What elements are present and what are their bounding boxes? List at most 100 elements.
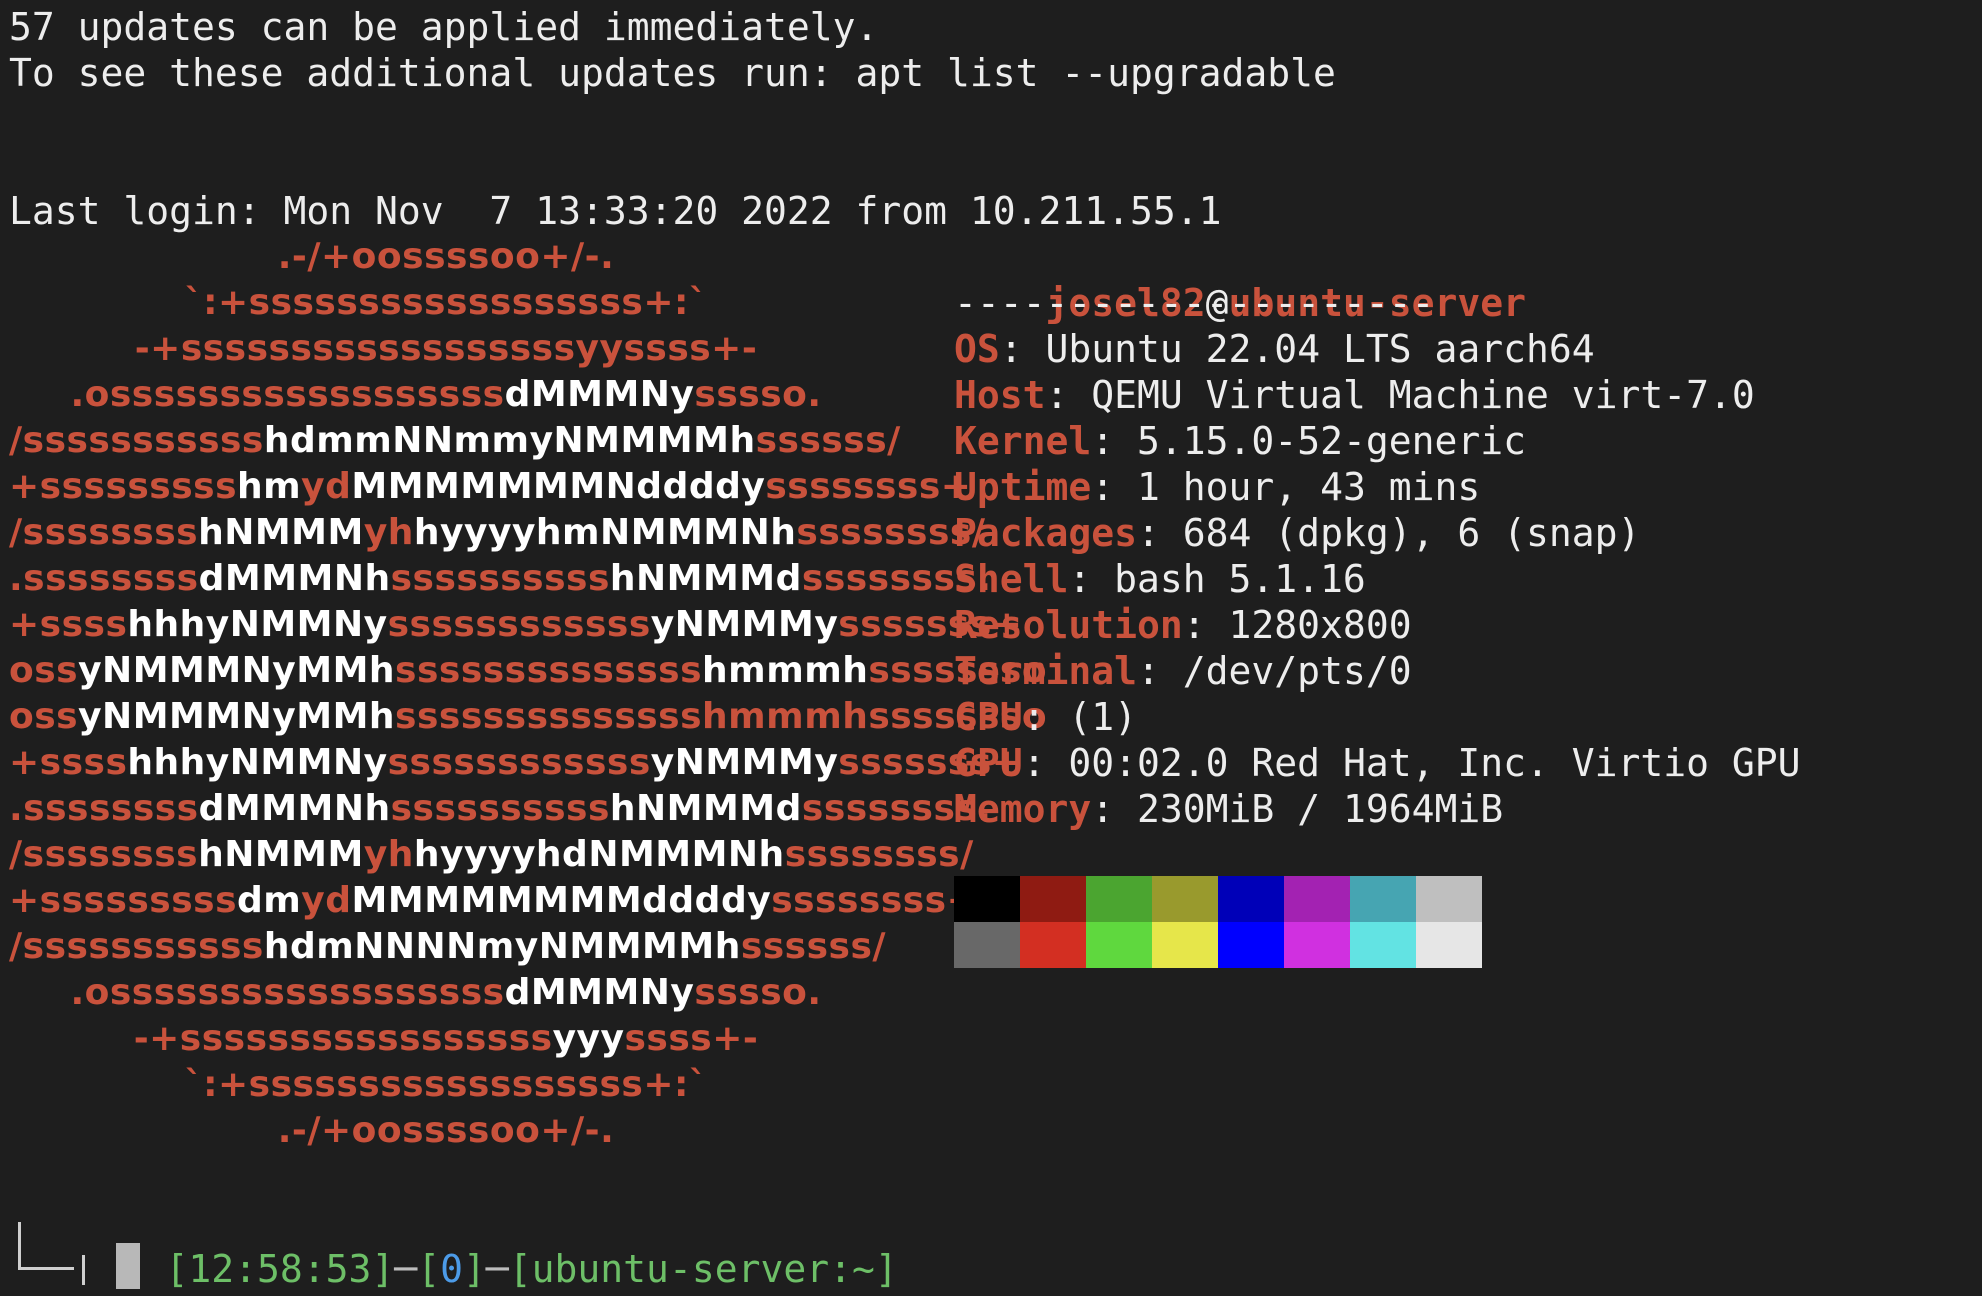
prompt-bracket: ] bbox=[463, 1247, 486, 1291]
logo-segment: hmmmh bbox=[702, 650, 869, 691]
color-swatch bbox=[954, 922, 1020, 968]
color-swatch bbox=[954, 876, 1020, 922]
logo-segment: yh bbox=[363, 834, 414, 875]
info-key: Memory bbox=[954, 787, 1092, 831]
logo-segment: sssso. bbox=[694, 972, 822, 1013]
logo-segment: /sssssssssss bbox=[9, 420, 264, 461]
logo-line: -+ssssssssssssssssssyyssss+- bbox=[135, 326, 758, 372]
logo-line: `:+ssssssssssssssssss+:` bbox=[185, 280, 708, 326]
logo-segment: yh bbox=[363, 512, 414, 553]
logo-segment: ssssssss/ bbox=[784, 834, 974, 875]
logo-segment: .ossssssssssssssssss bbox=[70, 374, 505, 415]
text-cursor[interactable] bbox=[116, 1243, 140, 1289]
info-key: Host bbox=[954, 373, 1046, 417]
prompt-bracket: ] bbox=[371, 1247, 395, 1291]
logo-segment: hNMMMd bbox=[609, 788, 802, 829]
color-swatch bbox=[1152, 876, 1218, 922]
logo-line: .-/+oossssoo+/-. bbox=[278, 1108, 615, 1154]
logo-segment: yNMMMy bbox=[650, 742, 839, 783]
info-key: GPU bbox=[954, 741, 1023, 785]
info-row-cpu: CPU: (1) bbox=[954, 694, 1137, 740]
color-swatch bbox=[1416, 922, 1482, 968]
prompt-exit-status: 0 bbox=[440, 1247, 463, 1291]
info-colon: : bbox=[1091, 465, 1138, 509]
logo-segment: /sssssssssss bbox=[9, 926, 264, 967]
logo-line: .-/+oossssoo+/-. bbox=[278, 234, 615, 280]
logo-segment: dMMMNh bbox=[198, 558, 391, 599]
logo-line: +sssshhhyNMMNyssssssssssssyNMMMysssssss+ bbox=[9, 602, 1022, 648]
info-colon: : bbox=[1137, 649, 1183, 693]
logo-segment: ssssssss+ bbox=[765, 466, 972, 507]
prompt-bracket: [ bbox=[417, 1247, 441, 1291]
info-row-memory: Memory: 230MiB / 1964MiB bbox=[954, 786, 1503, 832]
logo-segment: dMMMNh bbox=[198, 788, 391, 829]
logo-segment: /ssssssss bbox=[9, 512, 199, 553]
logo-segment: -+ssssssssssssssssssyyssss+- bbox=[134, 328, 758, 369]
logo-segment: hhhyNMMNy bbox=[127, 742, 388, 783]
logo-line: .ossssssssssssssssssdMMMNysssso. bbox=[70, 372, 821, 418]
logo-segment: hhhyNMMNy bbox=[127, 604, 388, 645]
logo-segment: .ossssssssssssssssss bbox=[70, 972, 505, 1013]
logo-line: -+sssssssssssssssssyyyssss+- bbox=[134, 1016, 759, 1062]
prompt-location: ubuntu-server:~ bbox=[531, 1247, 875, 1291]
info-value: 1280x800 bbox=[1228, 603, 1412, 647]
logo-segment: yd bbox=[301, 466, 352, 507]
logo-segment: hyyyyhdNMMMNh bbox=[413, 834, 785, 875]
logo-line: /ssssssssssshdmNNNNmyNMMMMhssssss/ bbox=[9, 924, 886, 970]
logo-line: +sssshhhyNMMNyssssssssssssyNMMMysssssss+ bbox=[9, 740, 1022, 786]
logo-line: /ssssssssssshdmmNNmmyNMMMMhssssss/ bbox=[9, 418, 901, 464]
logo-line: +sssssssssdmydMMMMMMMMddddyssssssss+ bbox=[9, 878, 977, 924]
logo-segment: hNMMM bbox=[198, 512, 364, 553]
info-colon: : bbox=[999, 327, 1046, 371]
logo-segment: dMMMNy bbox=[504, 972, 695, 1013]
color-swatch bbox=[1020, 876, 1086, 922]
logo-segment: hNMMMd bbox=[609, 558, 802, 599]
info-value: Ubuntu 22.04 LTS aarch64 bbox=[1045, 327, 1595, 371]
logo-segment: ssssss/ bbox=[740, 926, 887, 967]
logo-segment: ssssssssss bbox=[390, 788, 610, 829]
logo-segment: .ssssssss bbox=[9, 788, 199, 829]
info-row-packages: Packages: 684 (dpkg), 6 (snap) bbox=[954, 510, 1640, 556]
logo-segment: yNMMMNyMMh bbox=[78, 650, 396, 691]
info-colon: : bbox=[1091, 419, 1138, 463]
prompt-tick-glyph bbox=[82, 1255, 85, 1285]
logo-segment: ssssssssssss bbox=[387, 742, 651, 783]
logo-segment: `:+ssssssssssssssssss+:` bbox=[184, 1064, 708, 1105]
color-swatch bbox=[1020, 922, 1086, 968]
color-swatch bbox=[1350, 922, 1416, 968]
info-key: Shell bbox=[954, 557, 1069, 601]
info-row-resolution: Resolution: 1280x800 bbox=[954, 602, 1412, 648]
prompt-time: 12:58:53 bbox=[188, 1247, 372, 1291]
info-row-shell: Shell: bash 5.1.16 bbox=[954, 556, 1366, 602]
color-swatch bbox=[1086, 922, 1152, 968]
logo-segment: `:+ssssssssssssssssss+:` bbox=[184, 282, 708, 323]
info-row-uptime: Uptime: 1 hour, 43 mins bbox=[954, 464, 1480, 510]
logo-segment: .-/+oossssoo+/-. bbox=[277, 236, 615, 277]
logo-segment: sssso. bbox=[694, 374, 822, 415]
info-value: 1 hour, 43 mins bbox=[1137, 465, 1481, 509]
terminal-window[interactable]: 57 updates can be applied immediately. T… bbox=[0, 0, 1982, 1296]
prompt-corner-glyph bbox=[18, 1222, 74, 1270]
logo-segment: -+sssssssssssssssss bbox=[133, 1018, 553, 1059]
logo-segment: +sssssssss bbox=[9, 466, 238, 507]
logo-line: `:+ssssssssssssssssss+:` bbox=[185, 1062, 708, 1108]
logo-segment: ssssss/ bbox=[755, 420, 901, 461]
info-row-host: Host: QEMU Virtual Machine virt-7.0 bbox=[954, 372, 1755, 418]
logo-segment: ssssssssss bbox=[390, 558, 610, 599]
info-separator: --------------------- bbox=[954, 281, 1435, 325]
info-value: bash 5.1.16 bbox=[1114, 557, 1366, 601]
logo-segment: .-/+oossssoo+/-. bbox=[277, 1110, 615, 1151]
logo-segment: ssssssss+ bbox=[771, 880, 978, 921]
prompt-bracket: [ bbox=[508, 1247, 532, 1291]
info-colon: : bbox=[1091, 787, 1138, 831]
logo-segment: /ssssssss bbox=[9, 834, 199, 875]
logo-segment: yNMMMy bbox=[650, 604, 839, 645]
prompt-bracket: ] bbox=[874, 1247, 898, 1291]
prompt-dash: ─ bbox=[485, 1247, 509, 1291]
logo-segment: .ssssssss bbox=[9, 558, 199, 599]
logo-segment: oss bbox=[9, 696, 79, 737]
logo-line: .ssssssssdMMMNhsssssssssshNMMMdssssssss. bbox=[9, 556, 992, 602]
info-row-kernel: Kernel: 5.15.0-52-generic bbox=[954, 418, 1526, 464]
logo-line: .ssssssssdMMMNhsssssssssshNMMMdssssssss. bbox=[9, 786, 992, 832]
logo-segment: MMMMMMMMddddy bbox=[351, 880, 772, 921]
